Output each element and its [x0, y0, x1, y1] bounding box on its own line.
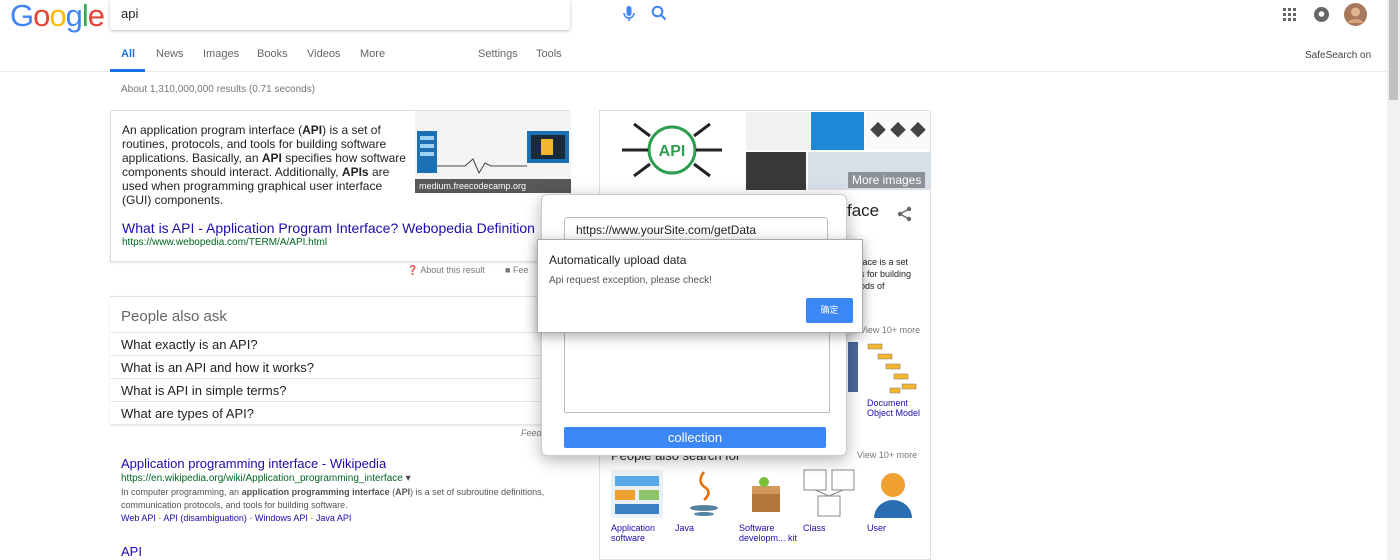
snippet-title-link[interactable]: What is API - Application Program Interf…: [122, 220, 535, 236]
scrollbar-thumb[interactable]: [1389, 0, 1398, 100]
search-icon[interactable]: [651, 5, 667, 26]
logo-letter: o: [33, 0, 50, 33]
alert-dialog: Automatically upload data Api request ex…: [537, 239, 863, 333]
logo-letter: g: [65, 0, 83, 33]
logo-letter: e: [87, 0, 105, 33]
desc-part: In computer programming, an: [121, 487, 242, 497]
result-url-text: https://en.wikipedia.org/wiki/Applicatio…: [121, 473, 403, 484]
tab-tools[interactable]: Tools: [536, 48, 562, 60]
thumbnail-image[interactable]: [848, 342, 858, 392]
kp-description-line: ods of: [860, 281, 885, 291]
snippet-text-bold: API: [261, 151, 282, 165]
snippet-text-bold: APIs: [341, 165, 369, 179]
application-software-image[interactable]: [611, 470, 663, 518]
search-result: Application programming interface - Wiki…: [121, 456, 571, 523]
logo-letter: o: [49, 0, 66, 33]
result-description: In computer programming, an application …: [121, 486, 571, 512]
kp-entity-application-software[interactable]: Application software: [611, 523, 671, 543]
view-more-link[interactable]: View 10+ more: [857, 450, 917, 460]
paa-heading: People also ask: [110, 297, 570, 333]
more-images-link[interactable]: More images: [848, 172, 926, 188]
class-diagram-image[interactable]: [802, 468, 856, 518]
paa-question[interactable]: What is an API and how it works?: [110, 356, 570, 379]
kp-entity-sdk[interactable]: Software developm... kit: [739, 523, 799, 543]
knowledge-panel-title: face: [847, 201, 880, 220]
paa-question[interactable]: What is API in simple terms?: [110, 379, 570, 402]
featured-snippet: An application program interface (API) i…: [110, 110, 571, 262]
snippet-image-caption: medium.freecodecamp.org: [415, 179, 571, 193]
snippet-url: https://www.webopedia.com/TERM/A/API.htm…: [122, 237, 328, 248]
api-badge-text: API: [659, 143, 686, 160]
snippet-text-bold: API: [302, 123, 323, 137]
alert-message: Api request exception, please check!: [549, 275, 712, 286]
kp-description-line: s for building: [860, 269, 912, 279]
feedback-label: Fee: [512, 265, 529, 275]
about-this-result-link[interactable]: ❓ About this result: [407, 265, 485, 276]
view-more-link[interactable]: View 10+ more: [860, 325, 920, 335]
kp-entity-dom[interactable]: Document Object Model: [867, 398, 927, 418]
thumbnail-image[interactable]: [746, 152, 806, 190]
data-textarea[interactable]: [564, 331, 830, 413]
dom-tree-image[interactable]: [866, 342, 920, 396]
result-title-link[interactable]: Application programming interface - Wiki…: [121, 456, 571, 471]
paa-question[interactable]: What exactly is an API?: [110, 333, 570, 356]
active-tab-indicator: [110, 69, 145, 72]
thumbnail-image[interactable]: [746, 112, 810, 150]
search-input[interactable]: api: [121, 6, 138, 21]
kp-entity-class[interactable]: Class: [803, 523, 863, 533]
tab-settings[interactable]: Settings: [478, 48, 518, 60]
snippet-text-part: An application program interface (: [122, 123, 303, 137]
desc-bold: application programming interface: [241, 487, 390, 497]
desc-bold: API: [395, 487, 411, 497]
about-this-result-label: About this result: [420, 265, 485, 275]
logo-letter: G: [10, 0, 34, 33]
kp-entity-user[interactable]: User: [867, 523, 927, 533]
thumbnail-image[interactable]: [865, 112, 930, 150]
google-logo[interactable]: Google: [10, 0, 105, 33]
tab-news[interactable]: News: [156, 48, 184, 60]
tab-more[interactable]: More: [360, 48, 385, 60]
microphone-icon[interactable]: [623, 6, 635, 27]
header: Google api All News Images Books Videos …: [0, 0, 1400, 72]
result-sitelinks[interactable]: Web API · API (disambiguation) · Windows…: [121, 513, 571, 523]
tab-images[interactable]: Images: [203, 48, 239, 60]
help-icon: ❓: [407, 265, 419, 275]
snippet-text: An application program interface (API) i…: [122, 123, 407, 207]
paa-feedback-link[interactable]: Feed: [521, 428, 542, 438]
user-avatar-image[interactable]: [870, 470, 916, 520]
kp-entity-java[interactable]: Java: [675, 523, 735, 533]
feedback-icon: ■: [505, 265, 511, 275]
result-title-link[interactable]: API: [121, 544, 142, 559]
sdk-box-image[interactable]: [748, 474, 784, 516]
confirm-button[interactable]: 确定: [806, 298, 853, 323]
paa-question[interactable]: What are types of API?: [110, 402, 570, 425]
notifications-icon[interactable]: [1314, 7, 1329, 27]
result-stats: About 1,310,000,000 results (0.71 second…: [121, 84, 316, 95]
result-url: https://en.wikipedia.org/wiki/Applicatio…: [121, 473, 571, 484]
people-also-ask: People also ask What exactly is an API? …: [110, 296, 570, 425]
thumbnail-image[interactable]: [811, 112, 864, 150]
tab-all[interactable]: All: [121, 48, 135, 60]
apps-grid-icon[interactable]: [1283, 8, 1296, 26]
caret-down-icon[interactable]: ▾: [406, 473, 411, 484]
share-icon[interactable]: [897, 206, 912, 227]
safesearch-status[interactable]: SafeSearch on: [1305, 50, 1371, 61]
tab-books[interactable]: Books: [257, 48, 288, 60]
tab-videos[interactable]: Videos: [307, 48, 340, 60]
search-box[interactable]: api: [110, 0, 667, 30]
search-result: API: [121, 544, 142, 559]
java-logo-image[interactable]: [684, 470, 724, 518]
avatar[interactable]: [1344, 3, 1367, 31]
api-diagram-image[interactable]: API: [612, 112, 742, 190]
collection-button[interactable]: collection: [564, 427, 826, 448]
feedback-link[interactable]: ■ Fee: [505, 265, 528, 275]
alert-title: Automatically upload data: [549, 253, 687, 267]
kp-description-line: face is a set: [860, 257, 909, 267]
